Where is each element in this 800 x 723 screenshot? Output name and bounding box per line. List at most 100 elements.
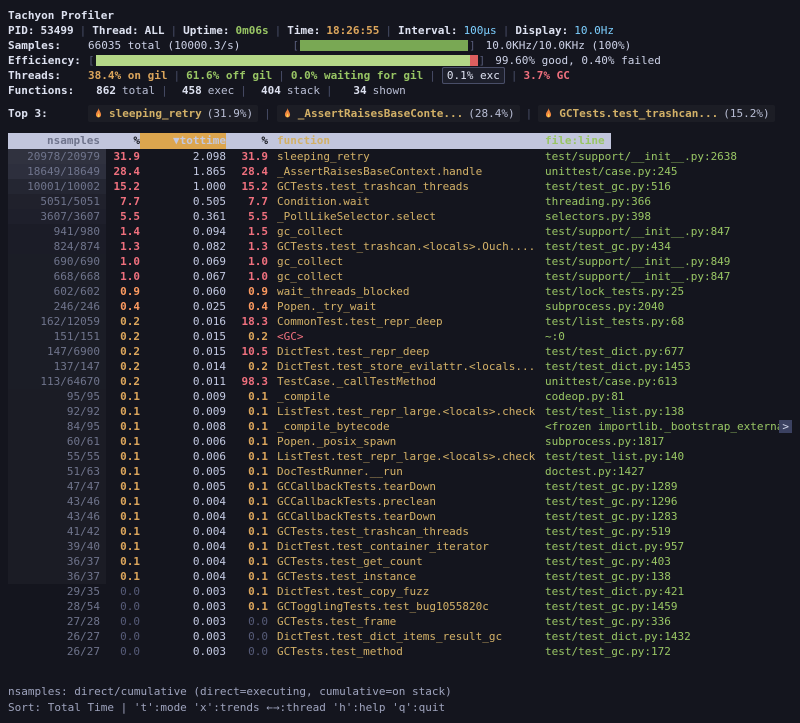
cum-pct-cell: 0.4 (226, 299, 268, 314)
nsamples-cell: 29/35 (8, 584, 106, 599)
table-row: 60/61 0.1 0.006 0.1 Popen._posix_spawn s… (8, 434, 792, 449)
column-header-cum-pct[interactable]: % (226, 133, 268, 149)
cum-pct-cell: 0.1 (226, 479, 268, 494)
function-cell: gc_collect (268, 254, 537, 269)
divider: | (503, 23, 510, 38)
column-header-file-line-text: file:line (537, 133, 611, 149)
table-row: 20978/20979 31.9 2.098 31.9 sleeping_ret… (8, 149, 792, 164)
cum-pct-cell: 0.1 (226, 389, 268, 404)
column-header-nsamples[interactable]: nsamples (8, 133, 106, 149)
direct-pct-cell: 0.1 (106, 464, 140, 479)
divider: | (80, 23, 87, 38)
nsamples-cell: 151/151 (8, 329, 106, 344)
divider: | (161, 83, 168, 98)
direct-pct-cell: 5.5 (106, 209, 140, 224)
table-row: 824/874 1.3 0.082 1.3 GCTests.test_trash… (8, 239, 792, 254)
file-line-cell: test/test_gc.py:1283 (537, 509, 792, 524)
direct-pct-cell: 0.2 (106, 359, 140, 374)
file-line-cell: <frozen importlib._bootstrap_external (537, 419, 792, 434)
function-cell: GCTests.test_trashcan_threads (268, 179, 537, 194)
functions-stack-value: 404 (253, 83, 281, 98)
direct-pct-cell: 0.1 (106, 389, 140, 404)
direct-pct-cell: 1.0 (106, 254, 140, 269)
nsamples-cell: 36/37 (8, 554, 106, 569)
table-row: 3607/3607 5.5 0.361 5.5 _PollLikeSelecto… (8, 209, 792, 224)
tottime-cell: 0.067 (140, 269, 226, 284)
cum-pct-cell: 1.3 (226, 239, 268, 254)
file-line-cell: test/test_gc.py:1289 (537, 479, 792, 494)
cum-pct-cell: 0.0 (226, 644, 268, 659)
cum-pct-cell: 0.1 (226, 524, 268, 539)
table-row: 18649/18649 28.4 1.865 28.4 _AssertRaise… (8, 164, 792, 179)
nsamples-cell: 3607/3607 (8, 209, 106, 224)
cum-pct-cell: 15.2 (226, 179, 268, 194)
file-line-cell: test/test_gc.py:403 (537, 554, 792, 569)
file-line-cell: test/test_dict.py:1432 (537, 629, 792, 644)
cum-pct-cell: 0.1 (226, 539, 268, 554)
file-line-cell: codeop.py:81 (537, 389, 792, 404)
table-row: 92/92 0.1 0.009 0.1 ListTest.test_repr_l… (8, 404, 792, 419)
file-line-cell: subprocess.py:1817 (537, 434, 792, 449)
cum-pct-cell: 18.3 (226, 314, 268, 329)
bar-bracket: ] (469, 38, 476, 53)
column-header-tottime-sorted[interactable]: ▼tottime (140, 133, 226, 149)
nsamples-cell: 162/12059 (8, 314, 106, 329)
nsamples-cell: 39/40 (8, 539, 106, 554)
direct-pct-cell: 0.2 (106, 374, 140, 389)
divider: | (275, 23, 282, 38)
direct-pct-cell: 0.1 (106, 434, 140, 449)
table-row: 84/95 0.1 0.008 0.1 _compile_bytecode <f… (8, 419, 792, 434)
interval-label: Interval: (398, 23, 458, 38)
tachyon-profiler-window: Tachyon Profiler PID: 53499 | Thread: AL… (0, 0, 800, 723)
threads-exc-badge: 0.1% exc (442, 67, 505, 84)
column-header-file-line[interactable]: file:line (537, 133, 792, 149)
functions-exec-value: 458 (174, 83, 202, 98)
cum-pct-cell: 0.0 (226, 614, 268, 629)
direct-pct-cell: 0.1 (106, 509, 140, 524)
functions-shown-unit: shown (373, 83, 406, 98)
nsamples-cell: 84/95 (8, 419, 106, 434)
efficiency-summary: 99.60% good, 0.40% failed (495, 53, 661, 68)
sample-rate-bar (300, 40, 468, 51)
nsamples-cell: 43/46 (8, 509, 106, 524)
thread-value[interactable]: ALL (145, 23, 165, 38)
uptime-value: 0m06s (235, 23, 268, 38)
truncation-indicator: > (779, 420, 792, 433)
direct-pct-cell: 0.1 (106, 569, 140, 584)
threads-line: Threads: 38.4% on gil | 61.6% off gil | … (8, 68, 792, 83)
bar-bracket: [ (88, 53, 95, 68)
tottime-cell: 0.361 (140, 209, 226, 224)
direct-pct-cell: 0.0 (106, 629, 140, 644)
function-cell: DocTestRunner.__run (268, 464, 537, 479)
top-function-pct: (31.9%) (207, 106, 253, 121)
direct-pct-cell: 7.7 (106, 194, 140, 209)
interval-value: 100μs (464, 23, 497, 38)
flame-icon (543, 107, 554, 120)
tottime-cell: 0.003 (140, 644, 226, 659)
function-cell: _PollLikeSelector.select (268, 209, 537, 224)
direct-pct-cell: 0.0 (106, 614, 140, 629)
tottime-cell: 0.016 (140, 314, 226, 329)
direct-pct-cell: 0.1 (106, 494, 140, 509)
threads-on-gil: 38.4% on gil (88, 68, 167, 83)
table-row: 162/12059 0.2 0.016 18.3 CommonTest.test… (8, 314, 792, 329)
tottime-cell: 0.004 (140, 509, 226, 524)
direct-pct-cell: 28.4 (106, 164, 140, 179)
table-row: 47/47 0.1 0.005 0.1 GCCallbackTests.tear… (8, 479, 792, 494)
samples-label: Samples: (8, 38, 88, 53)
function-cell: ListTest.test_repr_large.<locals>.check (268, 449, 537, 464)
column-header-function[interactable]: function (268, 133, 537, 149)
nsamples-cell: 60/61 (8, 434, 106, 449)
table-row: 113/64670 0.2 0.011 98.3 TestCase._callT… (8, 374, 792, 389)
cum-pct-cell: 0.0 (226, 629, 268, 644)
divider: | (173, 68, 180, 83)
file-line-cell: doctest.py:1427 (537, 464, 792, 479)
nsamples-cell: 10001/10002 (8, 179, 106, 194)
tottime-cell: 0.006 (140, 449, 226, 464)
column-header-direct-pct[interactable]: % (106, 133, 140, 149)
sample-rate-text: 10.0KHz/10.0KHz (100%) (486, 38, 632, 53)
function-cell: ListTest.test_repr_large.<locals>.check (268, 404, 537, 419)
threads-off-gil: 61.6% off gil (186, 68, 272, 83)
cum-pct-cell: 0.1 (226, 449, 268, 464)
threads-gc: 3.7% GC (524, 68, 570, 83)
